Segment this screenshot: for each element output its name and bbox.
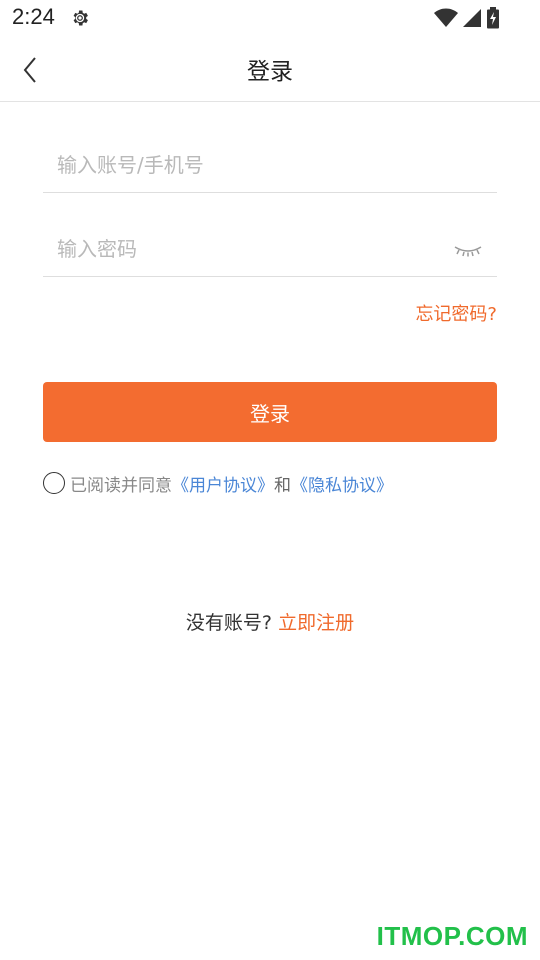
status-bar: 2:24: [0, 0, 540, 36]
register-link[interactable]: 立即注册: [278, 612, 354, 634]
eye-closed-icon[interactable]: [453, 241, 483, 261]
password-input[interactable]: [57, 233, 437, 265]
agree-checkbox[interactable]: [43, 472, 65, 494]
status-time: 2:24: [12, 4, 55, 29]
battery-icon: [487, 7, 499, 29]
account-input[interactable]: [57, 149, 437, 181]
forgot-password-link[interactable]: 忘记密码?: [415, 300, 497, 326]
cell-signal-icon: [463, 9, 481, 27]
agreement-row: 已阅读并同意 《用户协议》 和 《隐私协议》: [43, 470, 393, 496]
gear-icon: [73, 10, 88, 26]
nav-bar: 登录: [0, 36, 540, 102]
watermark-logo: ITMOP.COM: [376, 921, 528, 951]
register-prompt: 没有账号?: [185, 612, 273, 634]
wifi-icon: [434, 8, 458, 27]
agreement-text: 已阅读并同意: [70, 475, 172, 496]
privacy-policy-link[interactable]: 《隐私协议》: [291, 471, 393, 496]
password-field: [43, 225, 497, 277]
register-row: 没有账号? 立即注册: [0, 608, 540, 635]
agreement-and-text: 和: [274, 475, 291, 496]
account-field: [43, 141, 497, 193]
login-button[interactable]: 登录: [43, 382, 497, 442]
page-title: 登录: [247, 59, 293, 85]
user-agreement-link[interactable]: 《用户协议》: [172, 471, 274, 496]
status-icons: [434, 7, 500, 29]
